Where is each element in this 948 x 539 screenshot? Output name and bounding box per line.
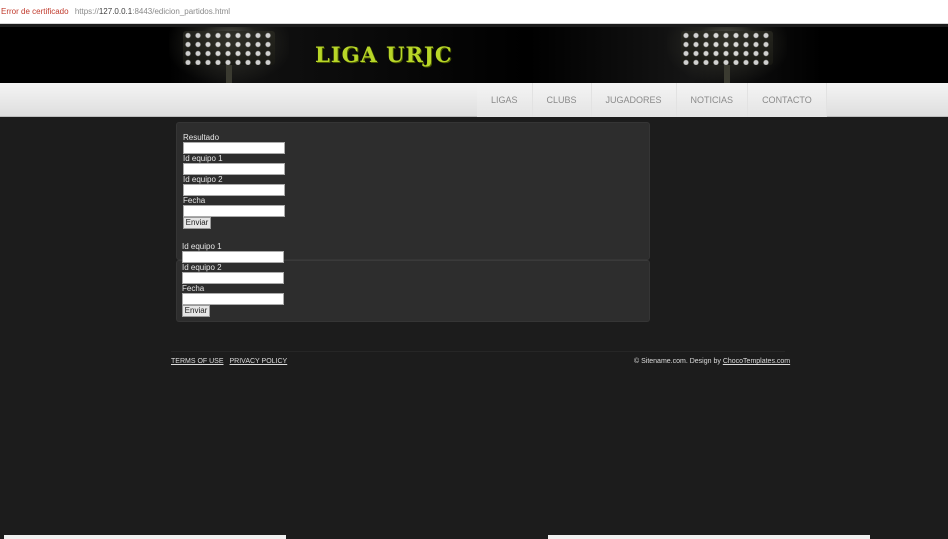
nav-item-contacto[interactable]: CONTACTO — [748, 83, 827, 117]
main-navigation: LIGAS CLUBS JUGADORES NOTICIAS CONTACTO — [0, 83, 948, 117]
enviar-button[interactable]: Enviar — [183, 217, 211, 229]
nav-item-jugadores[interactable]: JUGADORES — [591, 83, 677, 117]
nav-item-clubs[interactable]: CLUBS — [532, 83, 592, 117]
equipo1-input[interactable] — [183, 163, 285, 175]
equipo2-label: Id equipo 2 — [183, 175, 223, 184]
url-host: 127.0.0.1 — [98, 7, 133, 16]
partido-form: Id equipo 1 Id equipo 2 Fecha Enviar — [182, 242, 284, 317]
equipo1-input[interactable] — [182, 251, 284, 263]
url-prefix: https:// — [74, 7, 99, 16]
fecha-input[interactable] — [182, 293, 284, 305]
header-banner: LIGA URJC — [169, 27, 823, 83]
chocotemplates-link[interactable]: ChocoTemplates.com — [723, 358, 790, 365]
equipo2-input[interactable] — [182, 272, 284, 284]
fecha-label: Fecha — [183, 196, 206, 205]
stadium-light-icon — [667, 27, 787, 83]
resultado-label: Resultado — [183, 133, 220, 142]
terms-of-use-link[interactable]: TERMS OF USE — [171, 358, 224, 365]
credit-text: © Sitename.com. Design by — [634, 358, 723, 365]
stadium-light-icon — [169, 27, 289, 83]
footer-divider — [171, 351, 785, 352]
url-field[interactable]: https://127.0.0.1:8443/edicion_partidos.… — [75, 7, 230, 16]
nav-item-noticias[interactable]: NOTICIAS — [676, 83, 749, 117]
form-panel-resultado: Resultado Id equipo 1 Id equipo 2 Fecha … — [176, 122, 650, 260]
main-content: Resultado Id equipo 1 Id equipo 2 Fecha … — [176, 122, 650, 322]
equipo1-label: Id equipo 1 — [183, 154, 223, 163]
taskbar-fragment — [4, 535, 286, 539]
site-header: LIGA URJC — [0, 27, 948, 83]
enviar-button[interactable]: Enviar — [182, 305, 210, 317]
certificate-error-label[interactable]: Error de certificado — [0, 7, 69, 16]
privacy-policy-link[interactable]: PRIVACY POLICY — [230, 358, 288, 365]
resultado-form: Resultado Id equipo 1 Id equipo 2 Fecha … — [183, 133, 285, 229]
nav-item-ligas[interactable]: LIGAS — [477, 83, 533, 117]
fecha-label: Fecha — [182, 284, 205, 293]
site-logo[interactable]: LIGA URJC — [315, 42, 453, 67]
equipo1-label: Id equipo 1 — [182, 242, 222, 251]
equipo2-input[interactable] — [183, 184, 285, 196]
url-path: :8443/edicion_partidos.html — [132, 7, 231, 16]
footer-links: TERMS OF USE PRIVACY POLICY — [171, 358, 293, 365]
resultado-input[interactable] — [183, 142, 285, 154]
browser-address-bar[interactable]: Error de certificado https://127.0.0.1:8… — [0, 0, 948, 24]
taskbar-fragment — [548, 535, 870, 539]
footer-credit: © Sitename.com. Design by ChocoTemplates… — [634, 358, 790, 365]
fecha-input[interactable] — [183, 205, 285, 217]
equipo2-label: Id equipo 2 — [182, 263, 222, 272]
